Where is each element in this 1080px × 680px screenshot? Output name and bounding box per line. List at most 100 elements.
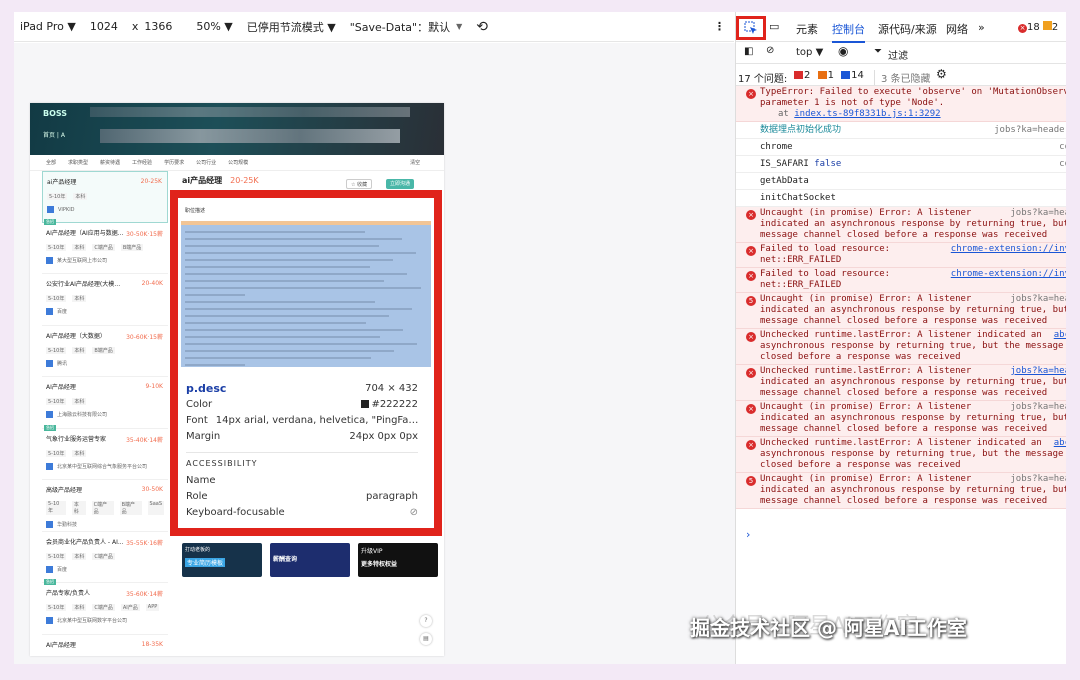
error-count[interactable]: × 18 2 [1018,21,1058,33]
tab-console[interactable]: 控制台 [832,21,865,43]
promo-banner[interactable]: 升级VIP 更多特权权益 [358,543,438,577]
job-tag: 本科 [72,346,87,354]
browser-window: iPad Pro ▼ 1024 x 1366 50% ▼ 已停用节流模式 ▼ "… [14,12,1066,664]
promo-banner[interactable]: 薪酬查询 [270,543,350,577]
clear-console-icon[interactable]: ⊘ [766,45,774,56]
stack-link[interactable]: index.ts-89f8331b.js:1:3292 [794,109,940,119]
tab-sources[interactable]: 源代码/来源 [878,21,937,37]
console-toolbar: ◧ ⊘ top ▼ ◉ ⏷ 过滤 [736,42,1066,64]
zoom-select[interactable]: 50% ▼ [196,20,232,33]
console-log[interactable]: initChatSocket [736,190,1066,207]
console-log[interactable]: chrome co [736,139,1066,156]
console-error[interactable]: × Unchecked runtime.lastError: A listener… [736,329,1066,365]
message-source[interactable]: abc [1054,438,1066,449]
job-tags: 5-10年 本科 C端产品 AI产品 APP [46,604,164,611]
chat-button[interactable]: 立即沟通 [386,179,415,189]
collect-button[interactable]: ☆ 收藏 [346,179,373,189]
device-toggle-icon[interactable]: ▭ [769,20,779,33]
message-source[interactable]: jobs?ka=hea [1010,208,1066,219]
eye-icon[interactable]: ◉ [838,44,848,58]
filter-item[interactable]: 薪资待遇 [100,159,120,166]
filter-item[interactable]: 工作经验 [132,159,152,166]
more-options-icon[interactable]: ⋮ [714,20,725,33]
job-title: 产品专家/负责人 [46,590,91,597]
height-input[interactable]: 1366 [144,20,172,33]
job-card[interactable]: AI产品经理 18-35K 5-10年 本科 B端产品 [42,635,168,656]
width-input[interactable]: 1024 [90,20,118,33]
job-salary: 9-10K [145,383,163,390]
promo-banner[interactable]: 打动老板的 专业简历模板 [182,543,262,577]
filter-input[interactable]: 过滤 [888,47,908,62]
emulated-viewport: BOSS 首页 | A 全部 求职类型 薪资待遇 工作经验 学历要求 公司行业 … [14,43,736,664]
message-source[interactable]: chrome-extension://inv [951,269,1066,280]
filter-item[interactable]: 求职类型 [68,159,88,166]
job-card[interactable]: AI产品经理（大数据） 30-60K·15薪 5-10年 本科 B端产品 腾讯 [42,326,168,377]
job-card[interactable]: 急招 AI产品经理（AI应用与数据... 30-50K·15薪 5-10年 本科 C端产品… [42,218,168,274]
device-select[interactable]: iPad Pro ▼ [20,20,76,33]
desc-text-line [185,294,245,296]
job-company: 腾讯 [46,359,164,367]
job-tag: 5-10年 [46,655,67,656]
message-source[interactable]: abc [1054,330,1066,341]
feedback-icon[interactable]: ▤ [420,633,432,645]
console-error[interactable]: × Unchecked runtime.lastError: A listener… [736,365,1066,401]
filter-item[interactable]: 公司行业 [196,159,216,166]
job-company: 百度 [46,565,164,573]
console-error[interactable]: 5 Uncaught (in promise) Error: A listener… [736,293,1066,329]
context-select[interactable]: top ▼ [796,47,823,58]
console-error[interactable]: × Unchecked runtime.lastError: A listener… [736,437,1066,473]
console-log[interactable]: 数据埋点初始化成功 jobs?ka=header [736,122,1066,139]
site-logo[interactable]: BOSS [43,109,67,118]
rotate-icon[interactable]: ⟲ [476,19,488,35]
throttle-select[interactable]: 已停用节流模式 ▼ [247,19,336,35]
help-button[interactable]: ? [420,615,432,627]
filter-item[interactable]: 全部 [46,159,56,166]
job-card[interactable]: 公安行业AI产品经理(大模型方向) 20-40K 5-10年本科百度 [42,274,168,326]
filter-clear[interactable]: 清空 [410,159,420,166]
warning-issue-icon [817,71,827,79]
page-nav[interactable]: 首页 | A [43,130,65,139]
console-prompt[interactable]: › [746,528,750,541]
more-tabs-icon[interactable]: » [978,21,985,34]
error-icon: × [746,368,756,378]
settings-gear-icon[interactable]: ⚙ [936,67,947,81]
message-source[interactable]: jobs?ka=hea [1010,294,1066,305]
message-source[interactable]: co [1059,140,1066,155]
filter-item[interactable]: 公司规模 [228,159,248,166]
job-card[interactable]: 高级产品经理 30-50K 5-10年 本科 C端产品 B端产品 SaaS 华勤科技 [42,480,168,532]
message-source[interactable]: jobs?ka=hea [1010,366,1066,377]
job-tag: 本科 [72,604,87,611]
job-card[interactable]: ai产品经理 20-25K 5-10年 本科 VIPKID [42,171,168,223]
message-source[interactable]: jobs?ka=header [994,123,1066,138]
console-error[interactable]: × Uncaught (in promise) Error: A listener… [736,207,1066,243]
console-log[interactable]: getAbData [736,173,1066,190]
inspect-element-icon[interactable] [736,16,766,40]
tooltip-font-value: 14px arial, verdana, helvetica, "PingFa… [215,414,418,426]
tab-elements[interactable]: 元素 [796,21,818,37]
sidebar-toggle-icon[interactable]: ◧ [744,46,753,57]
filter-item[interactable]: 学历要求 [164,159,184,166]
message-source[interactable]: jobs?ka=hea [1010,402,1066,413]
job-card[interactable]: 急招 产品专家/负责人 35-60K·14薪 5-10年 本科 C端产品 AI产品 APP 北京… [42,579,168,635]
console-log[interactable]: IS_SAFARI false co [736,156,1066,173]
issue-counts[interactable]: 2 1 14 [794,70,864,81]
color-swatch-icon [361,399,370,408]
console-error[interactable]: × Uncaught (in promise) Error: A listener… [736,401,1066,437]
console-error[interactable]: × Failed to load resource: net::ERR_FAILE… [736,268,1066,293]
job-card[interactable]: 会员商业化产品负责人 - AI... 35-55K·16薪 5-10年 本科 C端产品百… [42,532,168,583]
console-error[interactable]: × Failed to load resource: net::ERR_FAILE… [736,243,1066,268]
job-card[interactable]: AI产品经理 9-10K 5-10年 本科 上海融云科技有限公司 [42,377,168,429]
issues-label: 17 个问题: [738,74,788,85]
banner-title: 更多特权权益 [361,561,398,568]
job-card[interactable]: 急招 气象行业服务运营专家 35-40K·14薪 5-10年 本科 北京某中型互联网综合气… [42,424,168,480]
job-tag: B端产品 [92,346,115,354]
save-data-select[interactable]: "Save-Data"：默认 [350,19,450,35]
message-source[interactable]: chrome-extension://inv [951,244,1066,255]
tab-network[interactable]: 网络 [946,21,968,37]
console-error[interactable]: 5 Uncaught (in promise) Error: A listener… [736,473,1066,509]
message-source[interactable]: jobs?ka=hea [1010,474,1066,485]
save-data-caret-icon[interactable]: ▼ [456,22,462,31]
tooltip-font-label: Font [186,414,208,426]
message-source[interactable]: co [1059,157,1066,172]
console-error[interactable]: × TypeError: Failed to execute 'observe' … [736,86,1066,122]
